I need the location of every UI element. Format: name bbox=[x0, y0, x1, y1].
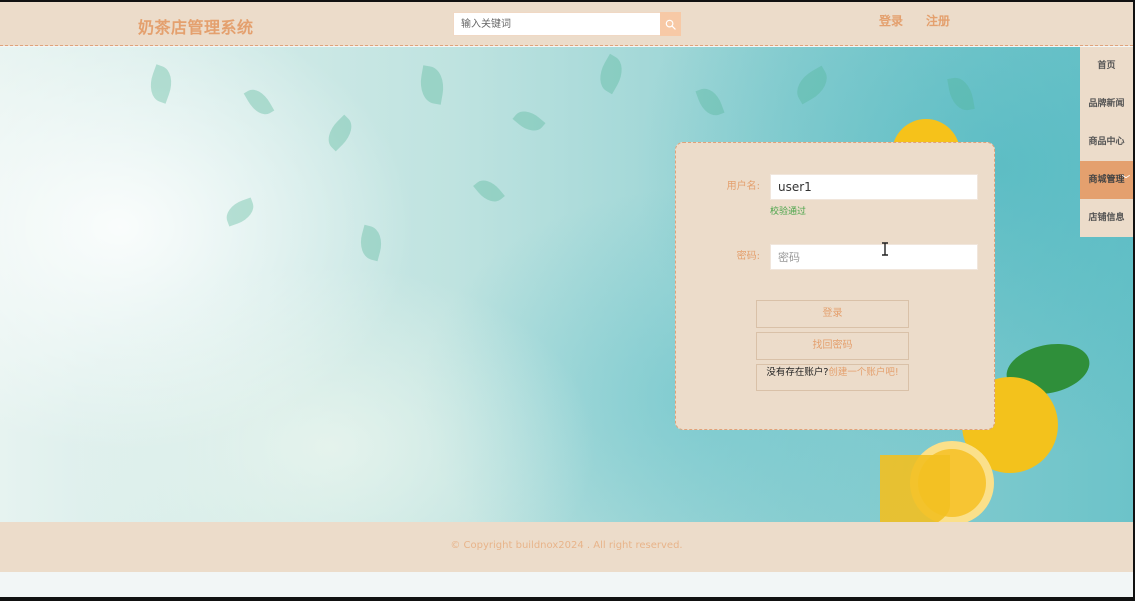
forgot-password-button[interactable]: 找回密码 bbox=[756, 332, 909, 360]
copyright-text: © Copyright buildnox2024 . All right res… bbox=[450, 540, 683, 551]
side-nav-item-brand-news[interactable]: 品牌新闻 bbox=[1080, 85, 1133, 123]
header-register-link[interactable]: 注册 bbox=[926, 12, 950, 29]
leaf-decoration bbox=[417, 65, 447, 105]
leaf-decoration bbox=[356, 224, 386, 262]
leaf-decoration bbox=[321, 114, 359, 152]
login-panel: 用户名: 校验通过 密码: 登录 找回密码 没有存在账户?创建一个账户吧! bbox=[675, 142, 995, 430]
search-icon bbox=[665, 19, 676, 30]
create-account-link[interactable]: 创建一个账户吧! bbox=[828, 367, 898, 378]
username-label: 用户名: bbox=[726, 181, 760, 192]
header-login-link[interactable]: 登录 bbox=[879, 12, 903, 29]
leaf-decoration bbox=[473, 174, 505, 208]
side-navigation: 首页 品牌新闻 商品中心 商城管理 ﹀ 店铺信息 bbox=[1080, 47, 1133, 237]
leaf-decoration bbox=[947, 75, 975, 113]
signup-prompt-text: 没有存在账户? bbox=[766, 367, 829, 378]
leaf-decoration bbox=[695, 84, 725, 120]
side-nav-item-home[interactable]: 首页 bbox=[1080, 47, 1133, 85]
search-button[interactable] bbox=[660, 12, 681, 36]
side-nav-item-mall-management[interactable]: 商城管理 ﹀ bbox=[1080, 161, 1133, 199]
password-label: 密码: bbox=[736, 251, 760, 262]
window-bottom-edge bbox=[0, 597, 1135, 601]
chevron-down-icon: ﹀ bbox=[1122, 175, 1130, 184]
search-input[interactable] bbox=[454, 13, 660, 35]
side-nav-item-label: 商城管理 bbox=[1088, 175, 1125, 185]
leaf-decoration bbox=[243, 84, 275, 120]
signup-prompt-box: 没有存在账户?创建一个账户吧! bbox=[756, 364, 909, 391]
side-nav-item-products[interactable]: 商品中心 bbox=[1080, 123, 1133, 161]
side-nav-item-store-info[interactable]: 店铺信息 bbox=[1080, 199, 1133, 237]
login-button[interactable]: 登录 bbox=[756, 300, 909, 328]
username-validation-tip: 校验通过 bbox=[770, 207, 807, 217]
text-cursor-icon bbox=[882, 242, 888, 256]
leaf-decoration bbox=[592, 53, 630, 95]
page-footer: © Copyright buildnox2024 . All right res… bbox=[0, 522, 1133, 572]
leaf-decoration bbox=[222, 197, 258, 227]
password-input[interactable] bbox=[770, 244, 978, 270]
search-box bbox=[453, 12, 681, 36]
leaf-decoration bbox=[144, 64, 178, 104]
username-input[interactable] bbox=[770, 174, 978, 200]
brand-title[interactable]: 奶茶店管理系统 bbox=[138, 14, 254, 38]
leaf-decoration bbox=[512, 105, 546, 137]
top-header: 奶茶店管理系统 登录 注册 bbox=[0, 2, 1133, 46]
leaf-decoration bbox=[790, 65, 834, 105]
